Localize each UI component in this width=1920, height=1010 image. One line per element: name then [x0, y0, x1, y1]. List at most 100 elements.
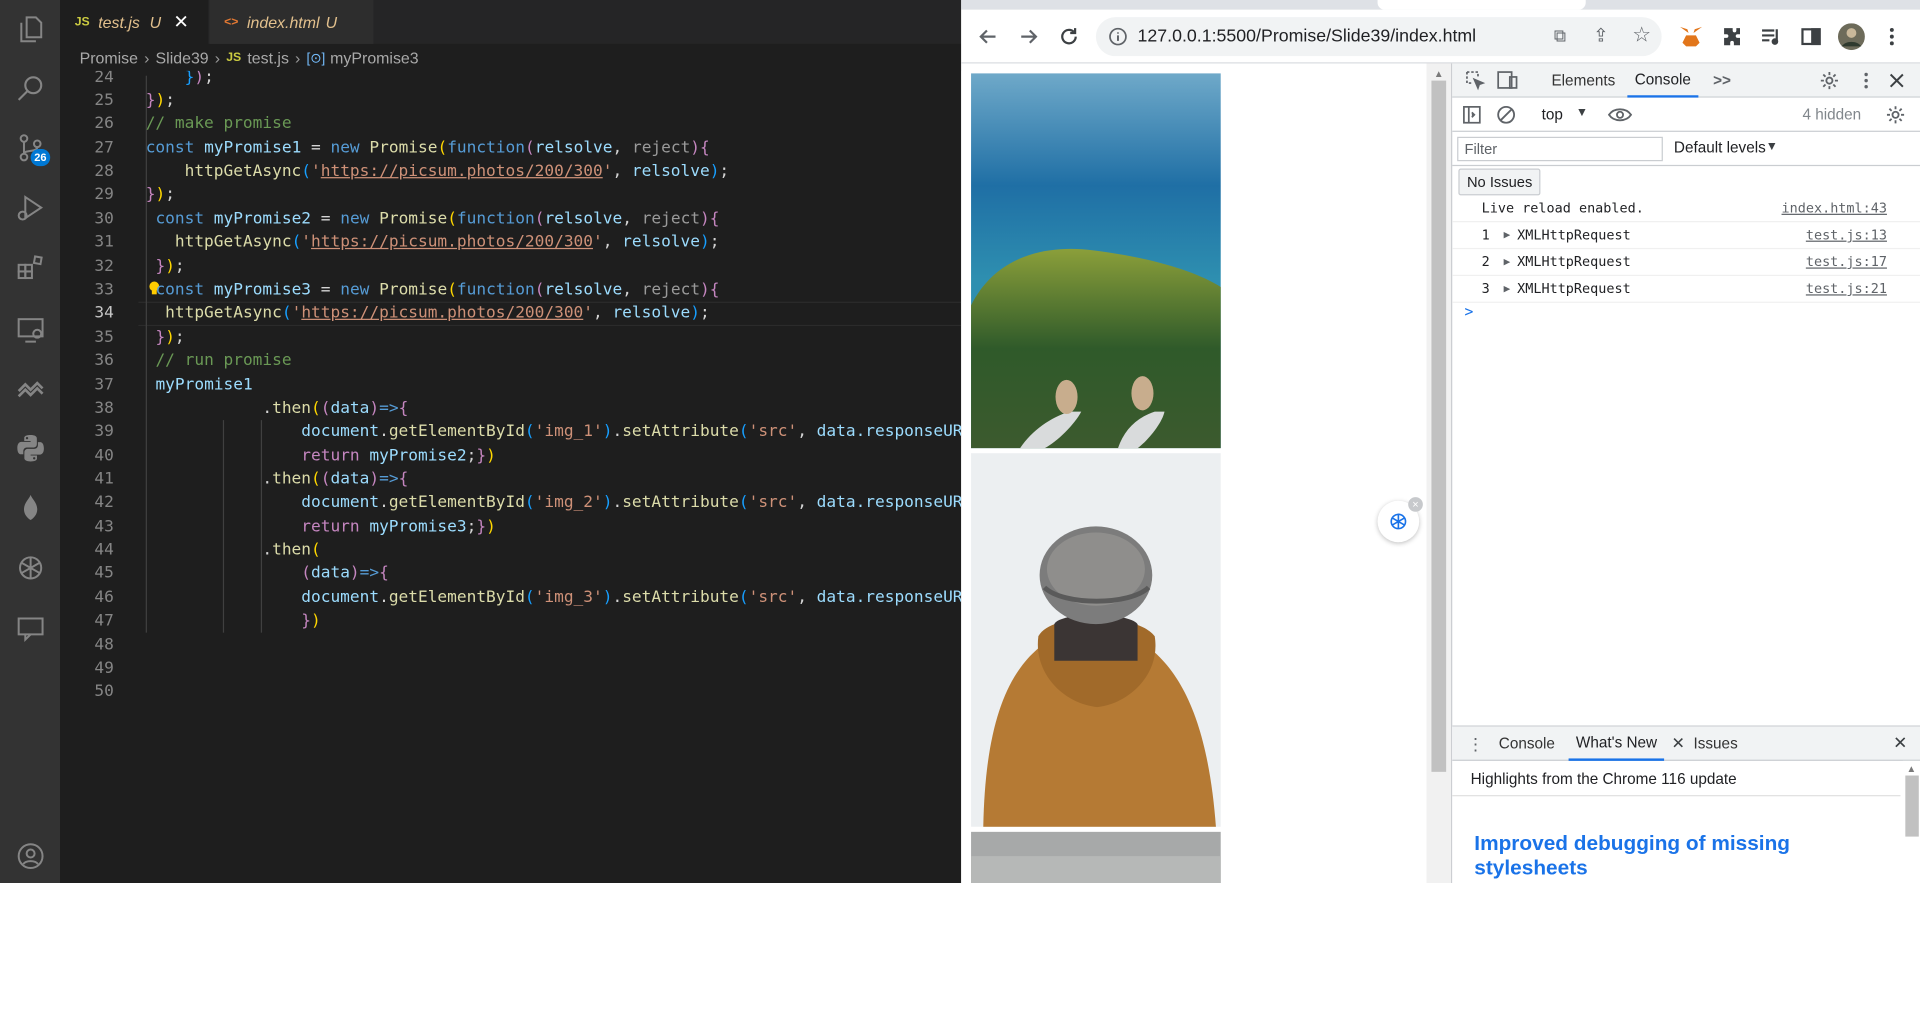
log-text[interactable]: XMLHttpRequest: [1517, 254, 1631, 270]
page-viewport[interactable]: [961, 63, 1452, 883]
metamask-icon[interactable]: [1676, 22, 1705, 51]
log-levels-dropdown[interactable]: Default levels: [1674, 139, 1766, 156]
breadcrumb-symbol[interactable]: myPromise3: [330, 48, 418, 66]
code-line: httpGetAsync('https://picsum.photos/200/…: [184, 162, 730, 181]
drawer-scrollbar[interactable]: ▲: [1902, 760, 1920, 883]
profile-avatar[interactable]: [1837, 22, 1866, 51]
close-drawer-icon[interactable]: ✕: [1893, 733, 1907, 754]
line-number: 41: [94, 470, 114, 489]
chatgpt-icon[interactable]: [0, 539, 60, 598]
line-number: 40: [94, 446, 114, 466]
drawer-tab-issues[interactable]: Issues: [1693, 727, 1737, 761]
reload-icon[interactable]: [1054, 22, 1083, 51]
sidebar-toggle-icon[interactable]: [1462, 105, 1482, 125]
devtools-menu-icon[interactable]: [1858, 71, 1875, 91]
url-text[interactable]: 127.0.0.1:5500/Promise/Slide39/index.htm…: [1138, 27, 1477, 47]
scroll-up-icon[interactable]: ▲: [1907, 763, 1917, 774]
drawer-tab-console[interactable]: Console: [1499, 727, 1555, 761]
code-line: });: [155, 257, 185, 277]
comments-icon[interactable]: [0, 598, 60, 657]
filter-input[interactable]: Filter: [1457, 136, 1663, 162]
expand-triangle-icon[interactable]: ▶: [1504, 256, 1511, 268]
clear-console-icon[interactable]: [1496, 105, 1516, 125]
more-tabs-icon[interactable]: >>: [1713, 64, 1731, 98]
back-icon[interactable]: [973, 22, 1002, 51]
chrome-menu-icon[interactable]: [1877, 22, 1906, 51]
source-link[interactable]: test.js:21: [1806, 281, 1887, 297]
line-number: 24: [94, 70, 114, 87]
scroll-thumb[interactable]: [1905, 775, 1919, 837]
source-control-icon[interactable]: 26: [0, 118, 60, 177]
source-link[interactable]: test.js:17: [1806, 254, 1887, 270]
drawer-tab-whats-new[interactable]: What's New: [1568, 727, 1665, 761]
context-selector[interactable]: top: [1542, 106, 1563, 123]
page-scrollbar[interactable]: ▲: [1426, 63, 1452, 883]
identifier: data.responseURL: [816, 422, 962, 441]
live-share-icon[interactable]: [0, 359, 60, 418]
close-tab-icon[interactable]: ✕: [1671, 734, 1684, 754]
extensions-icon[interactable]: [0, 238, 60, 297]
expand-triangle-icon[interactable]: ▶: [1504, 229, 1511, 241]
log-text: Live reload enabled.: [1481, 200, 1644, 217]
extensions-puzzle-icon[interactable]: [1717, 22, 1746, 51]
scroll-thumb[interactable]: [1431, 80, 1447, 772]
device-toolbar-icon[interactable]: [1496, 70, 1518, 91]
inspect-element-icon[interactable]: [1465, 70, 1486, 91]
live-expression-eye-icon[interactable]: [1607, 106, 1633, 123]
settings-gear-icon[interactable]: [1820, 71, 1840, 91]
translate-icon[interactable]: ⧉: [1554, 26, 1566, 47]
identifier: data.responseURL: [816, 588, 962, 607]
close-devtools-icon[interactable]: [1888, 72, 1905, 89]
tab-index-html[interactable]: <> index.html U: [209, 0, 374, 44]
string-literal: 'img_3': [534, 588, 603, 607]
code-line: return myPromise3;}): [301, 517, 496, 537]
whats-new-headline[interactable]: Improved debugging of missing stylesheet…: [1474, 832, 1841, 881]
remote-explorer-icon[interactable]: [0, 300, 60, 359]
code-line: document.getElementById('img_1').setAttr…: [146, 422, 962, 441]
line-number: 28: [94, 162, 114, 181]
code-line: });: [145, 185, 175, 204]
mongodb-icon[interactable]: [0, 479, 60, 538]
account-icon[interactable]: [0, 827, 60, 883]
code-line: httpGetAsync('https://picsum.photos/200/…: [174, 233, 720, 252]
log-text[interactable]: XMLHttpRequest: [1517, 281, 1631, 297]
html-file-icon: <>: [224, 15, 239, 29]
breadcrumb-folder[interactable]: Promise: [80, 48, 138, 66]
search-icon[interactable]: [0, 59, 60, 118]
breadcrumb-folder[interactable]: Slide39: [156, 48, 209, 66]
share-icon[interactable]: ⇪: [1593, 24, 1608, 47]
close-icon[interactable]: ×: [1408, 497, 1423, 512]
url-string[interactable]: https://picsum.photos/200/300: [321, 162, 603, 180]
drawer-menu-icon[interactable]: ⋮: [1467, 734, 1484, 755]
console-prompt[interactable]: >: [1465, 303, 1474, 320]
tab-elements[interactable]: Elements: [1551, 64, 1615, 98]
breadcrumb-file[interactable]: test.js: [247, 48, 289, 66]
chevron-down-icon[interactable]: ▼: [1766, 140, 1778, 153]
expand-triangle-icon[interactable]: ▶: [1504, 283, 1511, 295]
close-icon[interactable]: ✕: [173, 11, 188, 33]
chatgpt-helper-icon[interactable]: ×: [1377, 497, 1423, 543]
log-text[interactable]: XMLHttpRequest: [1517, 227, 1631, 243]
source-link[interactable]: index.html:43: [1782, 200, 1887, 216]
no-issues-button[interactable]: No Issues: [1458, 168, 1541, 196]
drawer-tab-bar: ⋮ Console What's New ✕ Issues ✕: [1452, 726, 1920, 761]
tab-test-js[interactable]: JS test.js U ✕: [60, 0, 209, 44]
media-queue-icon[interactable]: [1756, 22, 1785, 51]
console-settings-icon[interactable]: [1886, 105, 1906, 125]
url-string[interactable]: https://picsum.photos/200/300: [311, 233, 593, 251]
run-debug-icon[interactable]: [0, 178, 60, 237]
line-number: 34: [94, 304, 114, 323]
site-info-icon[interactable]: [1108, 27, 1128, 47]
address-bar[interactable]: 127.0.0.1:5500/Promise/Slide39/index.htm…: [1095, 17, 1662, 57]
tab-console[interactable]: Console: [1627, 64, 1699, 98]
code-editor[interactable]: 24 25 26 27 28 29 30 31 32 33 34 35 36 37 38 39 40 41 42 43…: [60, 70, 962, 883]
chevron-down-icon[interactable]: ▼: [1576, 106, 1588, 119]
bookmark-star-icon[interactable]: ☆: [1632, 23, 1651, 47]
forward-icon[interactable]: [1014, 22, 1043, 51]
python-icon[interactable]: [0, 419, 60, 478]
side-panel-icon[interactable]: [1796, 22, 1825, 51]
source-link[interactable]: test.js:13: [1806, 227, 1887, 243]
explorer-icon[interactable]: [0, 0, 60, 59]
url-string[interactable]: https://picsum.photos/200/300: [301, 304, 583, 322]
scroll-up-icon[interactable]: ▲: [1434, 68, 1444, 79]
